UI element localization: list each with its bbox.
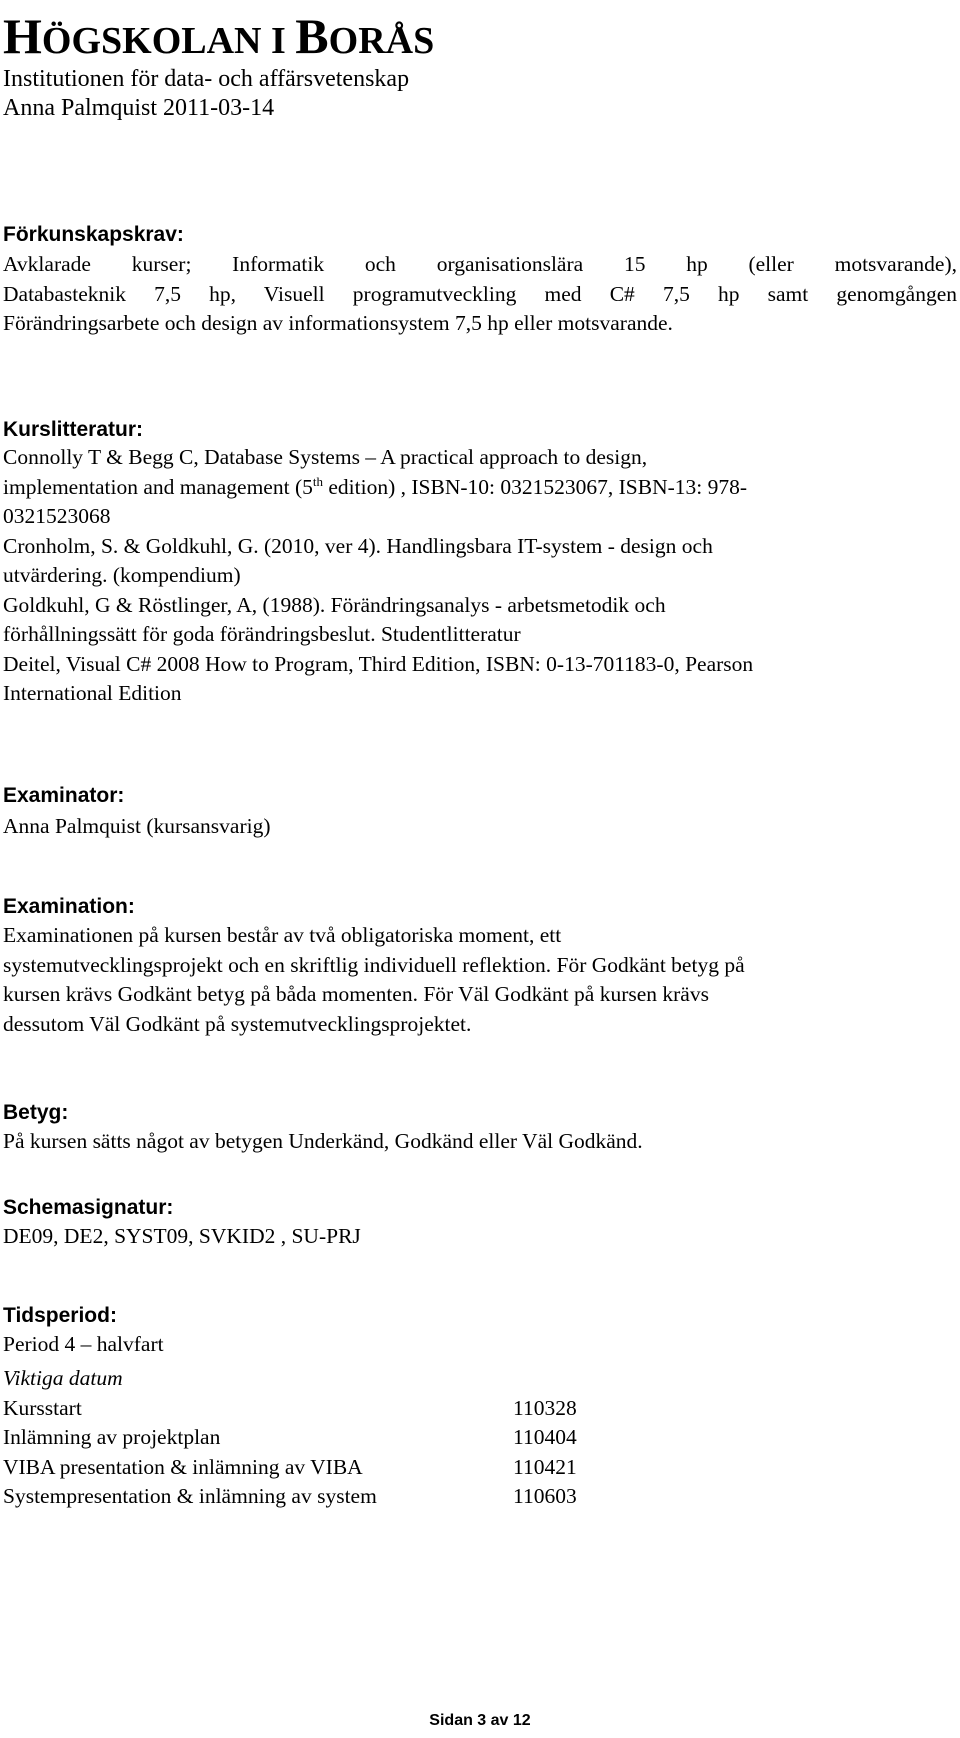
text-fragment: edition) , ISBN-10: 0321523067, ISBN-13:…	[323, 474, 748, 499]
date-label: VIBA presentation & inlämning av VIBA	[3, 1454, 363, 1479]
text-line: Förändringsarbete och design av informat…	[3, 311, 673, 335]
reference-line: Connolly T & Begg C, Database Systems – …	[3, 445, 648, 469]
date-label: Systempresentation & inlämning av system	[3, 1484, 377, 1508]
date-label: Inlämning av projektplan	[3, 1425, 221, 1449]
document-title: HÖGSKOLAN I BORÅS	[3, 6, 434, 71]
reference-line: Goldkuhl, G & Röstlinger, A, (1988). För…	[3, 592, 666, 617]
period-heading: Tidsperiod:	[3, 1304, 117, 1327]
grade-text: På kursen sätts något av betygen Underkä…	[3, 1129, 643, 1153]
date-row: Inlämning av projektplan 110404	[3, 1423, 577, 1453]
examiner-text: Anna Palmquist (kursansvarig)	[3, 814, 271, 838]
reference-line: International Edition	[3, 681, 182, 705]
date-row: Systempresentation & inlämning av system…	[3, 1482, 577, 1512]
title-part: ORÅS	[328, 20, 435, 62]
text-line: Databasteknik 7,5 hp, Visuell programutv…	[3, 281, 957, 306]
institution: Institutionen för data- och affärsvetens…	[3, 66, 410, 92]
page-number: Sidan 3 av 12	[429, 1712, 531, 1729]
text-line: dessutom Väl Godkänt på systemutveckling…	[3, 1011, 472, 1036]
examination-heading: Examination:	[3, 895, 135, 918]
reference-line: 0321523068	[3, 504, 111, 528]
title-part: B	[295, 8, 329, 64]
reference-line: utvärdering. (kompendium)	[3, 563, 241, 587]
schedule-heading: Schemasignatur:	[3, 1196, 174, 1219]
period-text: Period 4 – halvfart	[3, 1332, 164, 1356]
reference-line: implementation and management (5th editi…	[3, 473, 753, 503]
prerequisites-heading: Förkunskapskrav:	[3, 223, 184, 246]
text-line: Examinationen på kursen består av två ob…	[3, 923, 562, 947]
literature-list: Connolly T & Begg C, Database Systems – …	[3, 443, 753, 709]
reference-line: förhållningssätt för goda förändringsbes…	[3, 622, 521, 646]
date-label: Kursstart	[3, 1395, 82, 1420]
date-row: Kursstart 110328	[3, 1394, 577, 1424]
important-dates: Viktiga datum Kursstart 110328 Inlämning…	[3, 1364, 577, 1512]
prerequisites-text: Avklarade kurser; Informatik och organis…	[3, 250, 957, 339]
text-line: Avklarade kurser; Informatik och organis…	[3, 252, 957, 276]
author-date: Anna Palmquist 2011-03-14	[3, 95, 275, 121]
date-value: 110603	[513, 1484, 577, 1508]
grade-heading: Betyg:	[3, 1101, 69, 1124]
literature-heading: Kurslitteratur:	[3, 418, 144, 441]
reference-line: Deitel, Visual C# 2008 How to Program, T…	[3, 651, 754, 676]
text-line: kursen krävs Godkänt betyg på båda momen…	[3, 982, 709, 1006]
text-fragment: implementation and management (5	[3, 474, 313, 499]
date-value: 110328	[513, 1395, 577, 1420]
examination-text: Examinationen på kursen består av två ob…	[3, 921, 745, 1039]
title-part: ÖGSKOLAN I	[41, 20, 296, 62]
superscript: th	[312, 473, 323, 489]
date-value: 110404	[513, 1425, 577, 1449]
schedule-text: DE09, DE2, SYST09, SVKID2 , SU-PRJ	[3, 1224, 361, 1248]
reference-line: Cronholm, S. & Goldkuhl, G. (2010, ver 4…	[3, 533, 713, 558]
examiner-heading: Examinator:	[3, 784, 125, 807]
text-line: systemutvecklingsprojekt och en skriftli…	[3, 952, 745, 977]
important-dates-heading: Viktiga datum	[3, 1366, 123, 1390]
title-part: H	[3, 8, 42, 64]
date-value: 110421	[513, 1454, 577, 1479]
date-row: VIBA presentation & inlämning av VIBA 11…	[3, 1453, 577, 1483]
